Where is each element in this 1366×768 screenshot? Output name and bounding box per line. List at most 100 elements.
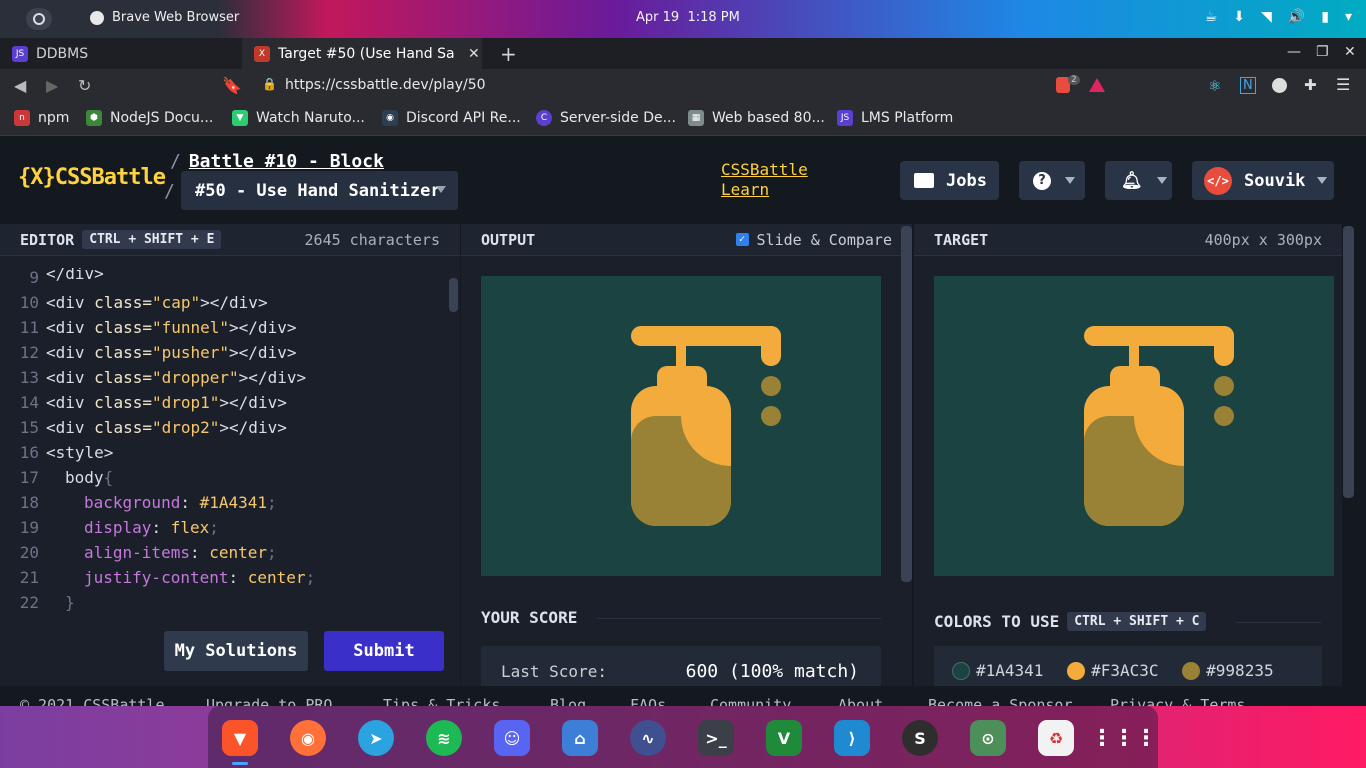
download-icon[interactable]: ⬇ bbox=[1233, 9, 1245, 25]
target-select[interactable]: #50 - Use Hand Sanitizer bbox=[181, 171, 458, 210]
slide-compare-checkbox[interactable]: ✓ bbox=[735, 233, 749, 246]
vscode-icon[interactable]: ⟩ bbox=[834, 720, 870, 756]
colors-divider bbox=[1236, 622, 1321, 623]
lock-icon[interactable]: 🔒 bbox=[262, 77, 277, 91]
editor-scrollbar[interactable] bbox=[449, 278, 458, 312]
clock[interactable]: Apr 19 1:18 PM bbox=[636, 10, 740, 25]
color-swatch-2[interactable]: #F3AC3C bbox=[1067, 661, 1159, 680]
target-canvas bbox=[934, 276, 1334, 576]
files-icon[interactable]: ⌂ bbox=[562, 720, 598, 756]
brave-icon[interactable]: ▼ bbox=[222, 720, 258, 756]
bookmark-nodejs[interactable]: ⬢ NodeJS Docu... bbox=[86, 110, 213, 126]
close-window-icon[interactable]: ✕ bbox=[1344, 44, 1356, 60]
extension-circle-icon[interactable] bbox=[1272, 78, 1287, 93]
rewards-icon[interactable] bbox=[1089, 78, 1105, 92]
address-bar-row: ◀ ▶ ↻ 🔖 🔒 https://cssbattle.dev/play/50 … bbox=[0, 69, 1366, 103]
coffee-icon[interactable]: ☕ bbox=[1205, 9, 1218, 25]
extensions-puzzle-icon[interactable]: ✚ bbox=[1304, 76, 1317, 94]
vim-icon[interactable]: V bbox=[766, 720, 802, 756]
output-scrollbar[interactable] bbox=[901, 226, 912, 582]
your-score-title: YOUR SCORE bbox=[481, 608, 578, 627]
notifications-button[interactable]: 🔔︎ bbox=[1105, 161, 1172, 200]
chevron-down-icon bbox=[1065, 177, 1075, 184]
faqs-link[interactable]: FAQs bbox=[630, 696, 666, 706]
minimize-icon[interactable]: — bbox=[1287, 44, 1301, 60]
reload-icon[interactable]: ↻ bbox=[78, 76, 91, 95]
browser-menu-icon[interactable]: ☰ bbox=[1336, 75, 1350, 94]
stackedit-icon[interactable]: S bbox=[902, 720, 938, 756]
discord-icon[interactable]: ☺ bbox=[494, 720, 530, 756]
tips-link[interactable]: Tips & Tricks bbox=[383, 696, 500, 706]
app-menu[interactable]: Brave Web Browser bbox=[90, 10, 239, 25]
code-line: 14 <div class= "drop1" ></div> bbox=[19, 393, 287, 412]
user-menu-button[interactable]: </> Souvik bbox=[1192, 161, 1334, 200]
forward-icon[interactable]: ▶ bbox=[46, 76, 58, 95]
liquid-curve bbox=[681, 416, 731, 466]
code-line: 13 <div class= "dropper" ></div> bbox=[19, 368, 307, 387]
restore-icon[interactable]: ❐ bbox=[1316, 44, 1329, 60]
jobs-button[interactable]: Jobs bbox=[900, 161, 999, 200]
monitor-icon[interactable]: ∿ bbox=[630, 720, 666, 756]
sponsor-link[interactable]: Become a Sponsor bbox=[928, 696, 1073, 706]
activities-button[interactable] bbox=[26, 8, 52, 30]
lms-icon: JS bbox=[837, 110, 853, 126]
output-header: OUTPUT ✓ Slide & Compare bbox=[461, 224, 912, 256]
slide-compare-toggle[interactable]: ✓ Slide & Compare bbox=[735, 231, 892, 249]
back-icon[interactable]: ◀ bbox=[14, 76, 26, 95]
git-icon[interactable]: ⊙ bbox=[970, 720, 1006, 756]
cssbattle-logo[interactable]: {X}CSSBattle bbox=[18, 165, 166, 190]
target-scrollbar[interactable] bbox=[1343, 226, 1354, 498]
bell-icon: 🔔︎ bbox=[1121, 170, 1143, 191]
bookmark-lms[interactable]: JS LMS Platform bbox=[837, 110, 953, 126]
bookmark-icon[interactable]: 🔖 bbox=[222, 76, 242, 95]
bookmark-discord-api[interactable]: ◉ Discord API Re... bbox=[382, 110, 521, 126]
discord-api-icon: ◉ bbox=[382, 110, 398, 126]
terminal-icon[interactable]: >_ bbox=[698, 720, 734, 756]
firefox-icon[interactable]: ◉ bbox=[290, 720, 326, 756]
taskbar-dock: ▼ ◉ ➤ ≋ ☺ ⌂ ∿ >_ V ⟩ S ⊙ ♻ ⋮⋮⋮ bbox=[0, 706, 1366, 768]
code-line: 17 body{ bbox=[19, 468, 114, 487]
extension-n-icon[interactable]: N bbox=[1240, 77, 1256, 94]
telegram-icon[interactable]: ➤ bbox=[358, 720, 394, 756]
cssbattle-favicon: X bbox=[254, 45, 270, 62]
bookmark-npm[interactable]: n npm bbox=[14, 110, 69, 126]
about-link[interactable]: About bbox=[838, 696, 883, 706]
page-footer: © 2021 CSSBattle Upgrade to PRO Tips & T… bbox=[0, 686, 1366, 706]
my-solutions-button[interactable]: My Solutions bbox=[164, 631, 308, 671]
color-swatch-3[interactable]: #998235 bbox=[1182, 661, 1274, 680]
battery-icon[interactable]: ▮ bbox=[1321, 9, 1329, 25]
tab-ddbms[interactable]: JS DDBMS bbox=[0, 38, 242, 69]
nodejs-icon: ⬢ bbox=[86, 110, 102, 126]
system-tray[interactable]: ☕ ⬇ ◥ 🔊 ▮ ▾ bbox=[1205, 9, 1352, 25]
react-devtools-icon[interactable]: ⚛ bbox=[1208, 77, 1221, 95]
last-score-value: 600 (100% match) bbox=[685, 661, 859, 682]
spotify-icon[interactable]: ≋ bbox=[426, 720, 462, 756]
target-drop-1 bbox=[1214, 376, 1234, 396]
community-link[interactable]: Community bbox=[710, 696, 791, 706]
learn-link[interactable]: CSSBattle Learn bbox=[721, 160, 808, 200]
blog-link[interactable]: Blog bbox=[550, 696, 586, 706]
editor-header: EDITOR CTRL + SHIFT + E 2645 characters bbox=[0, 224, 460, 256]
bookmark-web-based[interactable]: ▦ Web based 80... bbox=[688, 110, 825, 126]
help-menu-button[interactable]: ? bbox=[1019, 161, 1085, 200]
bookmark-naruto[interactable]: ▼ Watch Naruto... bbox=[232, 110, 365, 126]
volume-icon[interactable]: 🔊 bbox=[1288, 9, 1305, 25]
output-canvas[interactable] bbox=[481, 276, 881, 576]
app-grid-icon[interactable]: ⋮⋮⋮ bbox=[1091, 720, 1157, 756]
privacy-link[interactable]: Privacy & Terms bbox=[1110, 696, 1245, 706]
upgrade-link[interactable]: Upgrade to PRO bbox=[206, 696, 332, 706]
power-menu-icon[interactable]: ▾ bbox=[1345, 9, 1352, 25]
color-swatch-1[interactable]: #1A4341 bbox=[952, 661, 1043, 680]
tab-target-50[interactable]: X Target #50 (Use Hand Sani ✕ bbox=[242, 38, 482, 69]
bookmark-server-side[interactable]: C Server-side De... bbox=[536, 110, 676, 126]
code-editor[interactable]: 9 </div> 10 <div class= "cap" ></div> 11 <div… bbox=[0, 256, 460, 688]
url-field[interactable]: https://cssbattle.dev/play/50 bbox=[285, 77, 486, 93]
code-line: 18 background: #1A4341; bbox=[19, 493, 277, 512]
new-tab-button[interactable]: + bbox=[488, 38, 517, 69]
wifi-icon[interactable]: ◥ bbox=[1261, 9, 1272, 25]
submit-button[interactable]: Submit bbox=[324, 631, 444, 671]
chevron-down-icon bbox=[1317, 177, 1328, 184]
close-tab-icon[interactable]: ✕ bbox=[468, 46, 480, 62]
colors-to-use: COLORS TO USE CTRL + SHIFT + C bbox=[934, 612, 1207, 631]
trash-icon[interactable]: ♻ bbox=[1038, 720, 1074, 756]
